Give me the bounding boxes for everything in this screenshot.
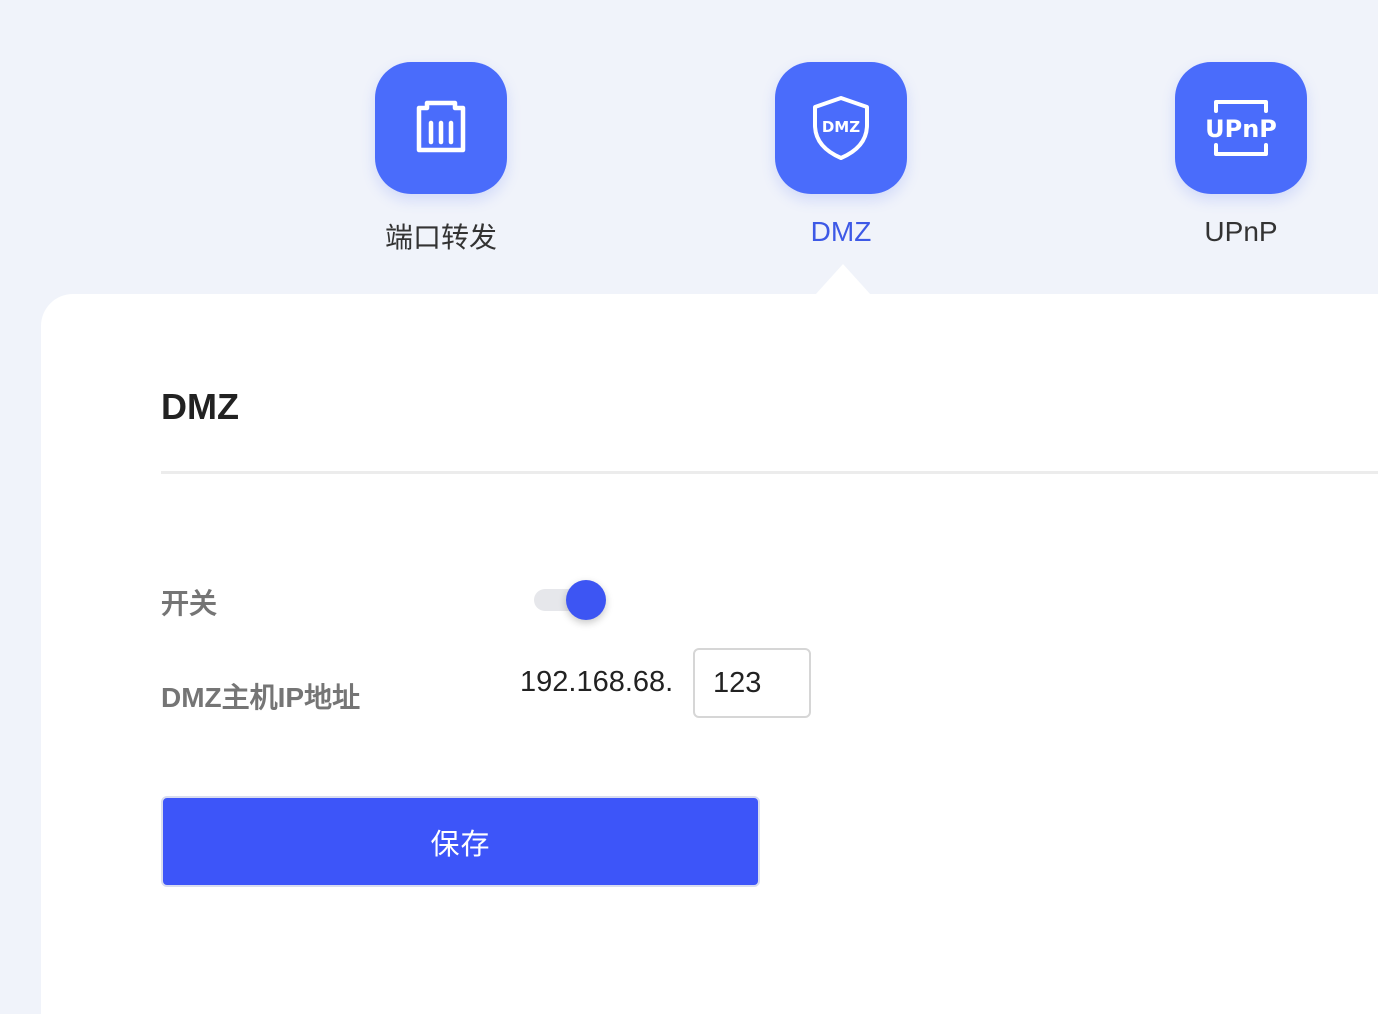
toggle-knob [566,580,606,620]
upnp-icon-text: UPnP [1206,115,1276,143]
switch-label: 开关 [161,588,218,619]
nav-label-upnp: UPnP [1204,216,1278,247]
save-button[interactable]: 保存 [161,796,760,887]
dmz-toggle-switch[interactable] [530,578,610,622]
dmz-icon-text: DMZ [822,118,860,136]
nav-item-upnp[interactable]: UPnP UPnP [1175,62,1307,248]
nav-label-port-forwarding: 端口转发 [384,222,497,253]
section-title: DMZ [161,386,239,427]
ip-prefix-text: 192.168.68. [520,666,674,698]
active-tab-pointer [815,264,871,295]
host-ip-label: DMZ主机IP地址 [161,682,361,713]
ethernet-port-icon [375,62,507,194]
upnp-icon: UPnP [1175,62,1307,194]
ip-last-octet-input[interactable] [693,648,811,718]
section-divider [161,471,1378,474]
nav-label-dmz: DMZ [810,216,872,247]
dmz-shield-icon: DMZ [775,62,907,194]
nav-item-port-forwarding[interactable]: 端口转发 [375,62,507,256]
nav-item-dmz[interactable]: DMZ DMZ [775,62,907,248]
